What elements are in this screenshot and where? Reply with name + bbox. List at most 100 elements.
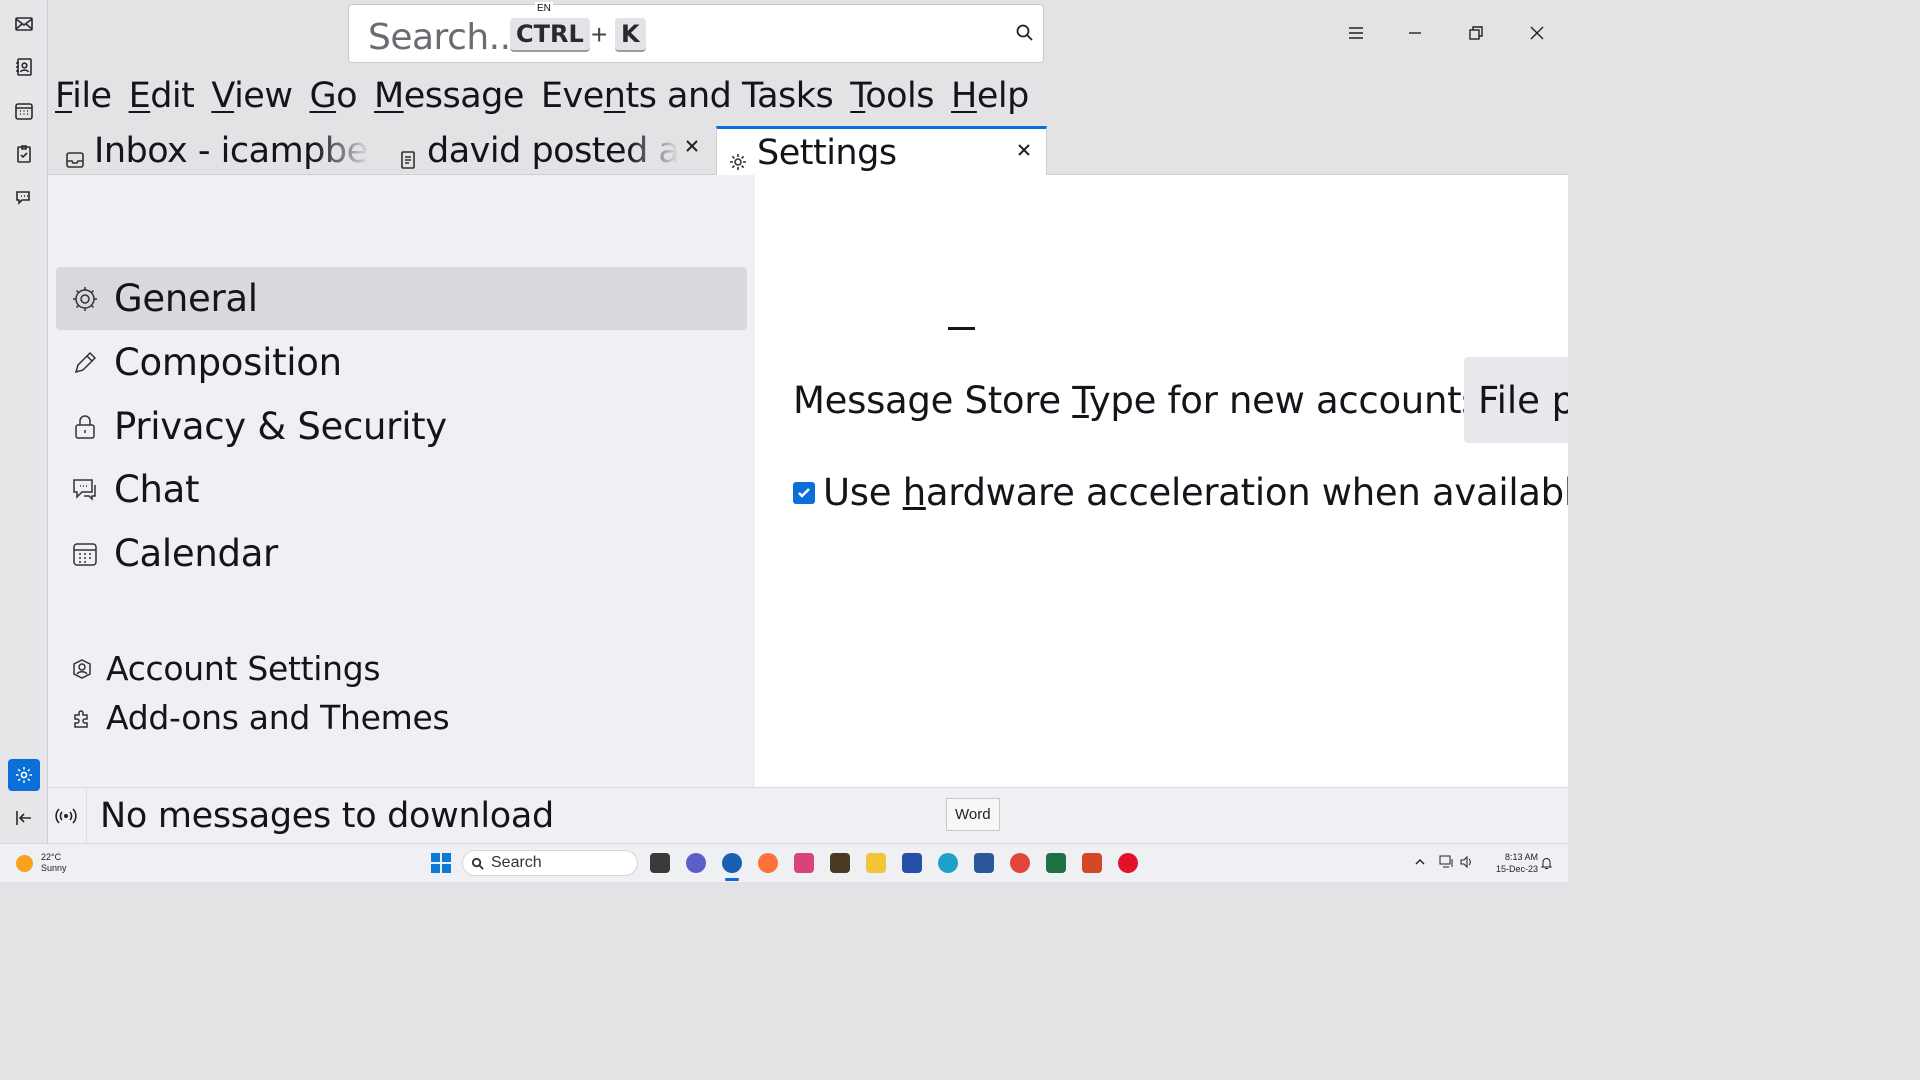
tab-inbox[interactable]: Inbox - icampbell@ [64, 127, 370, 175]
hardware-acceleration-checkbox[interactable] [793, 481, 815, 504]
settings-categories: General Composition Privacy & Security C… [48, 175, 755, 787]
category-calendar[interactable]: Calendar [56, 522, 747, 585]
menu-help[interactable]: Help [951, 76, 1029, 116]
category-privacy-label: Privacy & Security [114, 405, 447, 448]
category-chat-label: Chat [114, 468, 200, 511]
chevron-up-icon[interactable] [1414, 856, 1426, 868]
powerpoint-icon[interactable] [1082, 853, 1102, 873]
word-icon[interactable] [974, 853, 994, 873]
system-clock[interactable]: 8:13 AM 15-Dec-23 [1478, 851, 1538, 875]
title-bar: Search... CTRL + K EN [48, 0, 1568, 68]
calendar-space-icon[interactable] [12, 99, 36, 123]
close-window-icon[interactable] [1522, 18, 1552, 48]
tab-bar: Inbox - icampbell@ david posted an updat… [48, 123, 1568, 176]
app-menu-icon[interactable] [1341, 18, 1371, 48]
status-bar: No messages to download Word [48, 787, 1568, 844]
menu-view[interactable]: View [211, 76, 293, 116]
weather-widget[interactable]: 22°C Sunny [16, 852, 67, 874]
weather-temp: 22°C [41, 852, 62, 862]
windows-taskbar: 22°C Sunny Search 8:13 AM 15-Dec-23 [0, 843, 1568, 882]
message-icon [397, 140, 419, 169]
addons-themes-link[interactable]: Add-ons and Themes [56, 686, 747, 749]
lock-icon [70, 412, 100, 442]
menu-bar: File Edit View Go Message Events and Tas… [48, 68, 1568, 123]
address-book-icon[interactable] [12, 55, 36, 79]
tab-settings[interactable]: Settings [716, 126, 1047, 176]
category-general[interactable]: General [56, 267, 747, 330]
message-store-type-select[interactable]: File p [1464, 357, 1568, 443]
pencil-icon [70, 348, 100, 378]
tasks-space-icon[interactable] [12, 142, 36, 166]
thunderbird-icon[interactable] [722, 853, 742, 873]
category-chat[interactable]: Chat [56, 458, 747, 521]
menu-file[interactable]: File [55, 76, 112, 116]
global-search-input[interactable]: Search... CTRL + K [348, 4, 1044, 63]
chat-space-icon[interactable] [12, 186, 36, 210]
shortcut-key-ctrl: CTRL [510, 18, 590, 52]
message-store-type-label: Message Store Type for new accounts: [793, 378, 1493, 422]
tab-message[interactable]: david posted an update [397, 127, 679, 175]
taskbar-search-label: Search [491, 854, 542, 871]
menu-tools[interactable]: Tools [850, 76, 934, 116]
category-composition[interactable]: Composition [56, 331, 747, 394]
paint-icon[interactable] [794, 853, 814, 873]
settings-space-icon[interactable] [8, 759, 40, 791]
tab-message-label: david posted an update [427, 131, 679, 171]
menu-message[interactable]: Message [374, 76, 524, 116]
excel-icon[interactable] [1046, 853, 1066, 873]
opera-icon[interactable] [1118, 853, 1138, 873]
category-general-label: General [114, 277, 258, 320]
minimize-icon[interactable] [1400, 18, 1430, 48]
search-placeholder: Search... [368, 17, 522, 58]
status-text: No messages to download [100, 796, 554, 836]
spaces-toolbar [0, 0, 48, 843]
file-explorer-icon[interactable] [866, 853, 886, 873]
shortcut-key-k: K [615, 18, 646, 52]
firefox-icon[interactable] [758, 853, 778, 873]
tab-message-close-icon[interactable] [681, 135, 703, 157]
category-calendar-label: Calendar [114, 532, 278, 575]
addons-themes-label: Add-ons and Themes [106, 698, 450, 737]
content-dash [948, 327, 975, 330]
store-icon[interactable] [902, 853, 922, 873]
gear-icon [727, 142, 749, 170]
message-store-type-row: Message Store Type for new accounts: Fil… [793, 357, 1568, 443]
status-separator [86, 788, 87, 844]
puzzle-icon [70, 706, 94, 730]
mail-space-icon[interactable] [12, 12, 36, 36]
menu-go[interactable]: Go [309, 76, 357, 116]
photo-app-icon[interactable] [830, 853, 850, 873]
search-icon[interactable] [1015, 23, 1035, 43]
category-composition-label: Composition [114, 341, 342, 384]
hardware-acceleration-row: Use hardware acceleration when available [793, 471, 1568, 514]
calendar-icon [70, 539, 100, 569]
ime-indicator: EN [535, 2, 553, 15]
restore-icon[interactable] [1461, 18, 1491, 48]
start-button[interactable] [431, 853, 451, 873]
tab-settings-label: Settings [757, 132, 897, 173]
menu-events-and-tasks[interactable]: Events and Tasks [541, 76, 834, 116]
category-privacy-security[interactable]: Privacy & Security [56, 395, 747, 458]
collapse-spaces-icon[interactable] [12, 806, 36, 830]
taskbar-tooltip: Word [946, 798, 1000, 831]
online-status-icon[interactable] [54, 806, 78, 826]
teams-icon[interactable] [686, 853, 706, 873]
menu-edit[interactable]: Edit [129, 76, 195, 116]
chat-icon [70, 475, 100, 505]
network-icon[interactable] [1439, 855, 1455, 869]
task-view-icon[interactable] [650, 853, 670, 873]
volume-icon[interactable] [1459, 855, 1473, 869]
inbox-icon [64, 140, 86, 168]
tab-inbox-label: Inbox - icampbell@ [94, 131, 370, 171]
taskbar-search[interactable]: Search [462, 850, 638, 876]
notification-bell-icon[interactable] [1540, 856, 1553, 870]
tab-settings-close-icon[interactable] [1013, 139, 1035, 161]
hardware-acceleration-label[interactable]: Use hardware acceleration when available [823, 471, 1568, 514]
chrome-icon[interactable] [1010, 853, 1030, 873]
clock-date: 15-Dec-23 [1495, 864, 1538, 874]
clock-time: 8:13 AM [1504, 852, 1538, 862]
account-icon [70, 657, 94, 681]
search-icon [471, 857, 484, 870]
edge-icon[interactable] [938, 853, 958, 873]
gear-icon [70, 284, 100, 314]
